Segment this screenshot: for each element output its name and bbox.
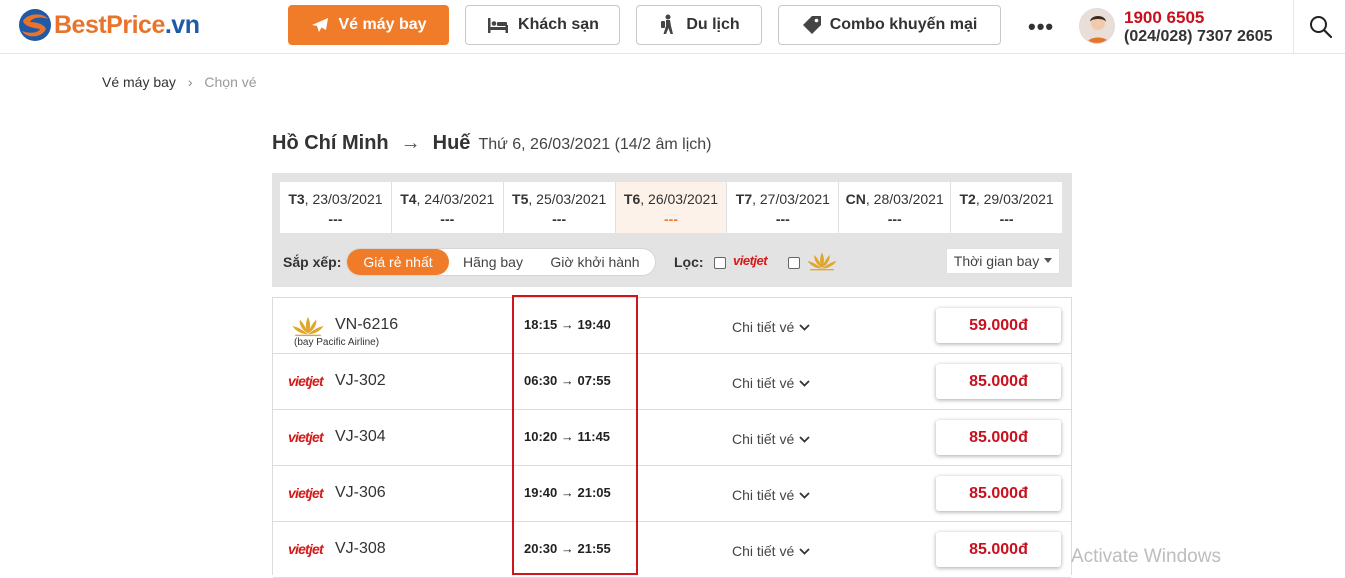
chevron-down-icon <box>799 491 810 499</box>
flight-number: VN-6216 <box>335 316 399 333</box>
search-icon[interactable] <box>1308 14 1334 40</box>
nav-hotels-label: Khách sạn <box>518 16 599 33</box>
vietjet-logo: vietjet <box>288 485 324 501</box>
vietnam-airlines-lotus-icon <box>807 252 837 271</box>
sort-airline-button[interactable]: Hãng bay <box>449 249 537 275</box>
sort-toggle-group: Giá rẻ nhất Hãng bay Giờ khởi hành <box>346 248 656 276</box>
flight-row[interactable]: vietjet VJ-302 06:30 → 07:55 Chi tiết vé… <box>273 354 1071 410</box>
flight-row[interactable]: VN-6216 (bay Pacific Airline) 18:15 → 19… <box>273 298 1071 354</box>
date-option[interactable]: CN, 28/03/2021 --- <box>839 182 952 233</box>
vietjet-filter-logo: vietjet <box>733 253 768 268</box>
vietnam-airlines-lotus-icon <box>292 316 324 337</box>
vietnam-airlines-filter-checkbox[interactable] <box>788 257 800 269</box>
date-price: --- <box>552 211 567 227</box>
date-price: --- <box>440 211 455 227</box>
office-phone[interactable]: (024/028) 7307 2605 <box>1124 28 1273 46</box>
search-filter-panel: T3, 23/03/2021 --- T4, 24/03/2021 --- T5, … <box>272 173 1072 287</box>
vietjet-logo: vietjet <box>288 429 324 445</box>
price-button[interactable]: 85.000đ <box>936 476 1061 511</box>
ticket-details-toggle[interactable]: Chi tiết vé <box>732 375 810 391</box>
flight-number: VJ-306 <box>335 484 386 501</box>
nav-combo-label: Combo khuyến mại <box>829 16 978 33</box>
times-highlight-box <box>512 295 638 575</box>
bed-icon <box>488 18 509 33</box>
sort-departure-button[interactable]: Giờ khởi hành <box>537 249 653 275</box>
sort-cheapest-button[interactable]: Giá rẻ nhất <box>347 249 449 275</box>
bestprice-logo[interactable]: BestPrice.vn <box>18 8 200 42</box>
ticket-details-toggle[interactable]: Chi tiết vé <box>732 319 810 335</box>
vietjet-logo: vietjet <box>288 541 324 557</box>
flight-number: VJ-308 <box>335 540 386 557</box>
activate-windows-watermark: Activate Windows <box>1071 546 1221 567</box>
nav-hotels-button[interactable]: Khách sạn <box>465 5 620 45</box>
nav-tours-button[interactable]: Du lịch <box>636 5 762 45</box>
travel-date: Thứ 6, 26/03/2021 (14/2 âm lịch) <box>478 136 712 153</box>
date-price: --- <box>664 211 678 227</box>
date-option-selected[interactable]: T6, 26/03/2021 --- <box>615 182 728 233</box>
chevron-down-icon <box>799 379 810 387</box>
header-divider <box>1293 0 1294 54</box>
nav-combo-button[interactable]: Combo khuyến mại <box>778 5 1001 45</box>
more-menu-icon[interactable]: ••• <box>1028 14 1054 40</box>
price-button[interactable]: 85.000đ <box>936 532 1061 567</box>
route-title: Hồ Chí Minh → Huế Thứ 6, 26/03/2021 (14/… <box>272 132 712 155</box>
date-option[interactable]: T3, 23/03/2021 --- <box>280 182 392 233</box>
date-option[interactable]: T5, 25/03/2021 --- <box>504 182 616 233</box>
filter-label: Lọc: <box>674 254 704 270</box>
nav-flights-label: Vé máy bay <box>338 16 427 33</box>
price-button[interactable]: 85.000đ <box>936 364 1061 399</box>
nav-flights-button[interactable]: Vé máy bay <box>288 5 449 45</box>
agent-avatar-icon <box>1080 9 1114 43</box>
chevron-down-icon <box>799 435 810 443</box>
date-price: --- <box>999 211 1014 227</box>
support-avatar <box>1079 8 1115 44</box>
flight-row[interactable]: vietjet VJ-308 20:30 → 21:55 Chi tiết vé… <box>273 522 1071 578</box>
date-option[interactable]: T4, 24/03/2021 --- <box>392 182 504 233</box>
flight-results-list: VN-6216 (bay Pacific Airline) 18:15 → 19… <box>272 297 1072 578</box>
price-button[interactable]: 59.000đ <box>936 308 1061 343</box>
flight-row[interactable]: vietjet VJ-304 10:20 → 11:45 Chi tiết vé… <box>273 410 1071 466</box>
bestprice-logo-icon <box>19 9 51 41</box>
ticket-details-toggle[interactable]: Chi tiết vé <box>732 487 810 503</box>
origin-city: Hồ Chí Minh <box>272 132 389 154</box>
destination-city: Huế <box>432 132 471 154</box>
vietjet-logo: vietjet <box>288 373 324 389</box>
logo-text: BestPrice.vn <box>54 10 200 39</box>
chevron-down-icon <box>799 323 810 331</box>
date-selector: T3, 23/03/2021 --- T4, 24/03/2021 --- T5, … <box>280 182 1062 233</box>
breadcrumb: Vé máy bay › Chọn vé <box>102 74 257 90</box>
nav-tours-label: Du lịch <box>686 16 740 33</box>
breadcrumb-separator: › <box>187 74 193 90</box>
route-arrow: → <box>400 132 421 154</box>
flight-row[interactable]: vietjet VJ-306 19:40 → 21:05 Chi tiết vé… <box>273 466 1071 522</box>
date-price: --- <box>887 211 902 227</box>
flight-number: VJ-304 <box>335 428 386 445</box>
flight-number: VJ-302 <box>335 372 386 389</box>
flight-time-dropdown-label: Thời gian bay <box>953 253 1040 269</box>
operated-by-note: (bay Pacific Airline) <box>294 337 380 348</box>
date-price: --- <box>775 211 790 227</box>
flight-time-dropdown[interactable]: Thời gian bay <box>946 248 1060 274</box>
date-price: --- <box>328 211 343 227</box>
date-option[interactable]: T2, 29/03/2021 --- <box>951 182 1062 233</box>
sort-label: Sắp xếp: <box>283 254 342 270</box>
hotline-number[interactable]: 1900 6505 <box>1124 8 1204 28</box>
date-option[interactable]: T7, 27/03/2021 --- <box>727 182 840 233</box>
ticket-details-toggle[interactable]: Chi tiết vé <box>732 543 810 559</box>
ticket-details-toggle[interactable]: Chi tiết vé <box>732 431 810 447</box>
chevron-down-icon <box>799 547 810 555</box>
tag-icon <box>802 16 821 34</box>
price-button[interactable]: 85.000đ <box>936 420 1061 455</box>
plane-icon <box>312 18 329 32</box>
breadcrumb-current: Chọn vé <box>204 74 257 90</box>
caret-down-icon <box>1044 258 1053 263</box>
top-navigation-bar: BestPrice.vn Vé máy bay Khách sạn Du lịc… <box>0 0 1345 54</box>
vietjet-filter-checkbox[interactable] <box>714 257 726 269</box>
breadcrumb-home[interactable]: Vé máy bay <box>102 74 176 90</box>
traveler-icon <box>661 14 674 34</box>
